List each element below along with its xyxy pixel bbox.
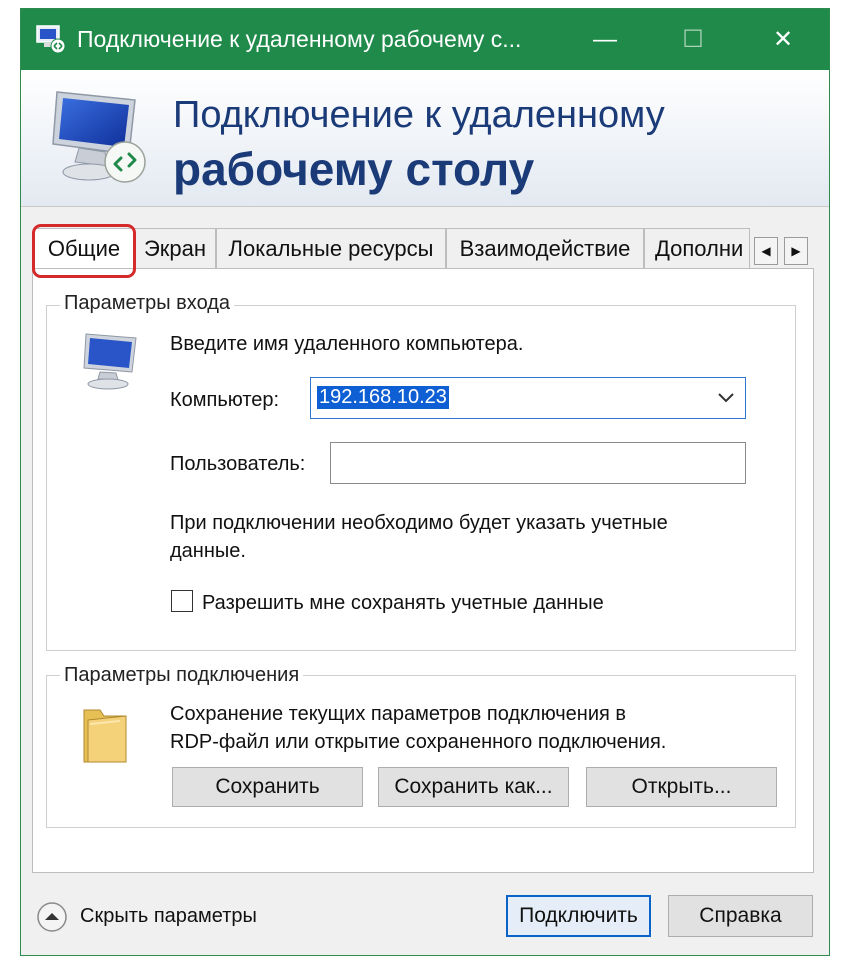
help-button[interactable]: Справка — [668, 895, 813, 937]
user-label: Пользователь: — [170, 453, 306, 475]
login-instruction: Введите имя удаленного компьютера. — [170, 333, 524, 355]
tab-display[interactable]: Экран — [134, 228, 216, 268]
tab-scroll-left-button[interactable]: ◀ — [754, 237, 778, 265]
banner-title-line2: рабочему столу — [173, 143, 535, 195]
open-button[interactable]: Открыть... — [586, 767, 777, 807]
tab-scroll-right-button[interactable]: ▶ — [784, 237, 808, 265]
tab-advanced[interactable]: Дополни — [644, 228, 750, 268]
connection-desc-line2: RDP-файл или открытие сохраненного подкл… — [170, 731, 667, 753]
login-settings-legend: Параметры входа — [60, 292, 235, 315]
folder-icon — [83, 709, 127, 763]
banner-title-line1: Подключение к удаленному — [173, 94, 665, 136]
user-input[interactable] — [330, 442, 746, 484]
tab-local-resources[interactable]: Локальные ресурсы — [216, 228, 446, 268]
computer-icon — [83, 333, 137, 390]
computer-label: Компьютер: — [170, 389, 280, 411]
hide-options-toggle[interactable]: Скрыть параметры — [36, 900, 336, 934]
maximize-button[interactable]: ☐ — [661, 9, 725, 70]
hide-options-label[interactable]: Скрыть параметры — [80, 905, 257, 928]
header-banner: Подключение к удаленному рабочему столу — [21, 70, 829, 207]
save-as-button[interactable]: Сохранить как... — [378, 767, 569, 807]
credentials-note-line1: При подключении необходимо будет указать… — [170, 512, 668, 534]
window-title: Подключение к удаленному рабочему с... — [77, 26, 522, 52]
chevron-down-icon[interactable] — [717, 392, 735, 404]
connection-settings-legend: Параметры подключения — [60, 664, 304, 687]
credentials-note-line2: данные. — [170, 540, 246, 562]
minimize-button[interactable]: — — [573, 9, 637, 70]
remote-desktop-icon — [52, 91, 146, 183]
tab-experience[interactable]: Взаимодействие — [446, 228, 644, 268]
save-button[interactable]: Сохранить — [172, 767, 363, 807]
tab-highlight-marker — [32, 224, 136, 278]
app-icon — [36, 25, 66, 54]
connection-desc-line1: Сохранение текущих параметров подключени… — [170, 703, 627, 725]
chevron-up-circle-icon[interactable] — [36, 901, 68, 933]
title-bar[interactable]: Подключение к удаленному рабочему с... —… — [21, 9, 829, 70]
computer-input-value[interactable]: 192.168.10.23 — [317, 386, 449, 409]
save-credentials-label[interactable]: Разрешить мне сохранять учетные данные — [202, 592, 604, 615]
computer-combobox[interactable]: 192.168.10.23 — [310, 377, 746, 419]
close-button[interactable]: ✕ — [751, 9, 815, 70]
connect-button[interactable]: Подключить — [506, 895, 651, 937]
save-credentials-checkbox[interactable] — [171, 590, 193, 612]
